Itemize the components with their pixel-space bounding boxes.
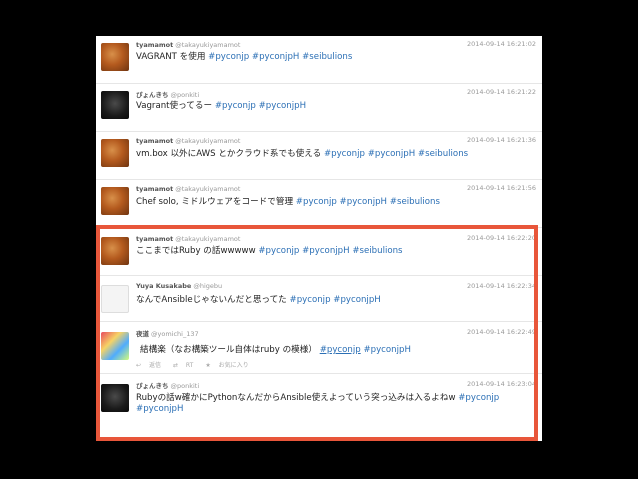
- tweet-text: VAGRANT を使用 #pyconjp #pyconjpH #seibulio…: [136, 52, 536, 63]
- hashtag-link[interactable]: #pyconjpH: [340, 197, 387, 207]
- tweet-text: vm.box 以外にAWS とかクラウド系でも使える #pyconjp #pyc…: [136, 149, 536, 160]
- tweet-time[interactable]: 2014-09-14 16:21:02: [467, 40, 536, 48]
- tweet-author[interactable]: tyamamot: [136, 41, 173, 49]
- hashtag-link[interactable]: #pyconjp: [324, 149, 365, 159]
- avatar[interactable]: [101, 43, 129, 71]
- hashtag-link[interactable]: #pyconjpH: [252, 52, 299, 62]
- tweet-text-segment: Chef solo, ミドルウェアをコードで管理: [136, 197, 296, 207]
- hashtag-link[interactable]: #seibulions: [302, 52, 352, 62]
- avatar[interactable]: [101, 187, 129, 215]
- tweet-handle[interactable]: @takayukiyamamot: [175, 137, 240, 145]
- tweet-author[interactable]: tyamamot: [136, 185, 173, 193]
- tweet-handle[interactable]: @takayukiyamamot: [175, 185, 240, 193]
- highlight-box: [96, 225, 538, 441]
- tweet-time[interactable]: 2014-09-14 16:21:56: [467, 184, 536, 192]
- tweet-time[interactable]: 2014-09-14 16:21:22: [467, 88, 536, 96]
- tweet-text-segment: VAGRANT を使用: [136, 52, 209, 62]
- avatar[interactable]: [101, 139, 129, 167]
- avatar[interactable]: [101, 91, 129, 119]
- hashtag-link[interactable]: #pyconjp: [215, 101, 256, 111]
- tweet-item: ぴょんきち @ponkiti 2014-09-14 16:21:22 Vagran…: [96, 84, 542, 132]
- hashtag-link[interactable]: #pyconjpH: [368, 149, 415, 159]
- tweet-text-segment: Vagrant使ってるー: [136, 101, 215, 111]
- tweet-text: Vagrant使ってるー #pyconjp #pyconjpH: [136, 101, 536, 112]
- tweet-author[interactable]: tyamamot: [136, 137, 173, 145]
- tweet-time[interactable]: 2014-09-14 16:21:36: [467, 136, 536, 144]
- tweet-handle[interactable]: @takayukiyamamot: [175, 41, 240, 49]
- hashtag-link[interactable]: #pyconjpH: [259, 101, 306, 111]
- tweet-item: tyamamot @takayukiyamamot 2014-09-14 16:2…: [96, 36, 542, 84]
- tweet-item: tyamamot @takayukiyamamot 2014-09-14 16:2…: [96, 180, 542, 228]
- hashtag-link[interactable]: #seibulions: [390, 197, 440, 207]
- tweet-handle[interactable]: @ponkiti: [171, 91, 200, 99]
- tweet-text-segment: vm.box 以外にAWS とかクラウド系でも使える: [136, 149, 324, 159]
- hashtag-link[interactable]: #pyconjp: [208, 52, 249, 62]
- tweet-text: Chef solo, ミドルウェアをコードで管理 #pyconjp #pycon…: [136, 197, 536, 208]
- hashtag-link[interactable]: #pyconjp: [296, 197, 337, 207]
- tweet-author[interactable]: ぴょんきち: [136, 91, 169, 99]
- hashtag-link[interactable]: #seibulions: [418, 149, 468, 159]
- tweet-item: tyamamot @takayukiyamamot 2014-09-14 16:2…: [96, 132, 542, 180]
